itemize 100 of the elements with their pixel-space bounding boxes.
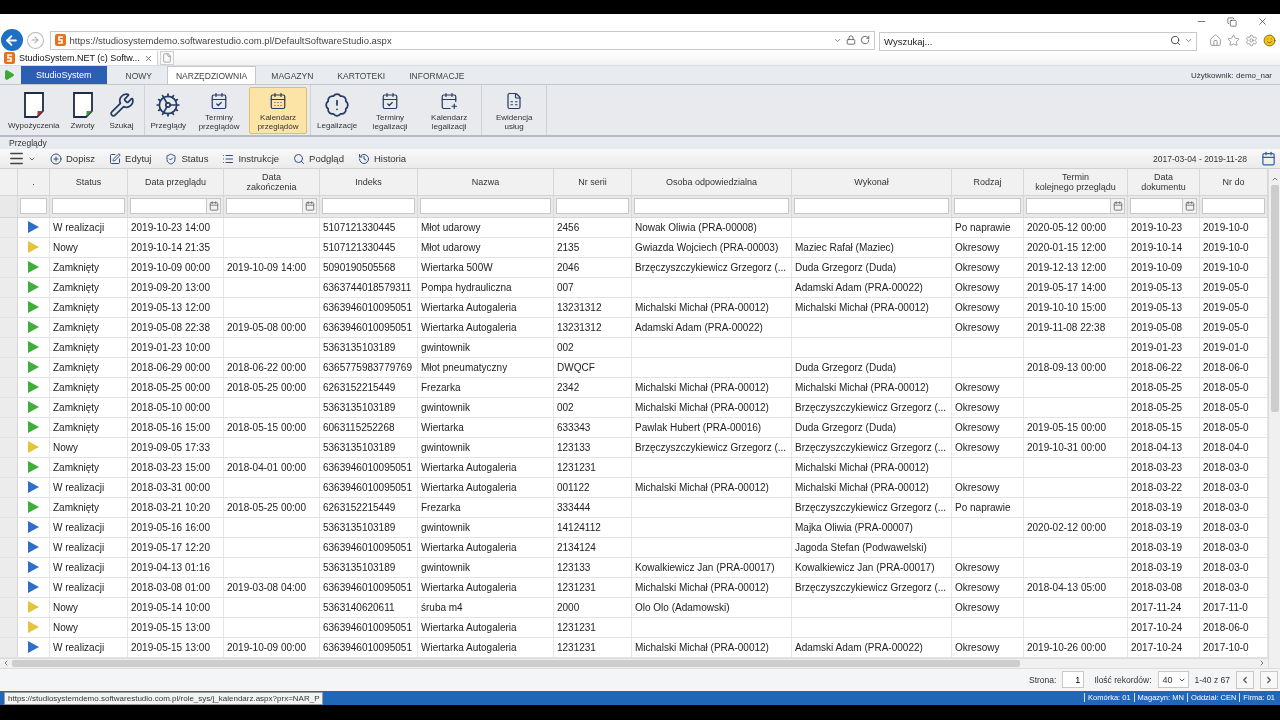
table-cell: 123133 xyxy=(554,557,632,577)
column-header[interactable]: Osoba odpowiedzialna xyxy=(632,168,792,195)
column-header[interactable]: Data dokumentu xyxy=(1128,168,1200,195)
calendar-icon[interactable] xyxy=(1261,151,1276,167)
toolbar-button[interactable]: Edytuj xyxy=(109,152,152,165)
column-header[interactable]: Nazwa xyxy=(418,168,554,195)
ribbon-button[interactable]: Kalendarz legalizacji xyxy=(420,87,479,135)
date-picker-button[interactable] xyxy=(1111,198,1125,215)
ribbon-button[interactable]: Szukaj xyxy=(102,87,141,135)
ribbon-button[interactable]: Ewidencja usług xyxy=(485,87,544,135)
menu-tab[interactable]: KARTOTEKI xyxy=(328,66,395,85)
table-cell: Okresowy xyxy=(952,297,1024,317)
table-cell: 2018-03-23 15:00 xyxy=(128,457,224,477)
column-header[interactable]: Termin kolejnego przeglądu xyxy=(1024,168,1128,195)
table-cell: 2000 xyxy=(554,597,632,617)
column-header[interactable]: Rodzaj xyxy=(952,168,1024,195)
column-header[interactable]: Status xyxy=(50,168,128,195)
filter-field[interactable] xyxy=(130,198,207,215)
back-button[interactable] xyxy=(1,29,23,51)
table-cell: gwintownik xyxy=(418,437,554,457)
filter-field[interactable] xyxy=(52,198,125,215)
app-brand-button[interactable]: StudioSystem xyxy=(21,66,107,85)
ribbon-button[interactable]: Kalendarz przeglądów xyxy=(249,87,308,135)
star-icon[interactable] xyxy=(1227,33,1240,47)
table-cell: 2019-05-13 12:00 xyxy=(128,297,224,317)
toolbar-button[interactable]: Instrukcje xyxy=(222,152,280,165)
menu-tab[interactable]: INFORMACJE xyxy=(400,66,474,85)
toolbar-button[interactable]: Historia xyxy=(357,152,407,165)
filter-field[interactable] xyxy=(794,198,949,215)
restore-icon[interactable] xyxy=(1227,16,1237,27)
scroll-left-icon[interactable] xyxy=(2,659,10,668)
scroll-right-icon[interactable] xyxy=(1258,659,1266,668)
filter-field[interactable] xyxy=(1202,198,1265,215)
table-cell: 001122 xyxy=(554,477,632,497)
close-icon[interactable] xyxy=(143,53,153,63)
table-cell: 6363946010095051 xyxy=(320,317,418,337)
date-picker-button[interactable] xyxy=(1183,198,1197,215)
table-cell: 2018-05-25 xyxy=(1128,397,1200,417)
next-page-button[interactable] xyxy=(1260,670,1278,689)
date-picker-button[interactable] xyxy=(303,198,317,215)
smiley-icon[interactable] xyxy=(1263,33,1276,47)
table-cell: Pawlak Hubert (PRA-00016) xyxy=(632,417,792,437)
table-cell: 2018-03-19 xyxy=(1128,497,1200,517)
table-cell: 2018-03-22 xyxy=(1128,477,1200,497)
filter-field[interactable] xyxy=(20,198,47,215)
menu-tab[interactable]: NOWY xyxy=(116,66,161,85)
toolbar-button[interactable]: Dopisz xyxy=(50,152,96,165)
search-icon[interactable] xyxy=(1170,34,1181,46)
menu-tab[interactable]: NARZĘDZIOWNIA xyxy=(167,66,257,85)
new-tab-button[interactable] xyxy=(159,51,174,65)
table-cell: 5363135103189 xyxy=(320,517,418,537)
search-field[interactable]: Wyszukaj... xyxy=(879,31,1197,51)
filter-field[interactable] xyxy=(1130,198,1183,215)
date-picker-button[interactable] xyxy=(207,198,221,215)
vertical-scrollbar[interactable] xyxy=(1268,168,1280,669)
close-icon[interactable] xyxy=(1257,16,1268,27)
forward-button[interactable] xyxy=(26,31,44,49)
table-cell: W realizacji xyxy=(50,477,128,497)
pencil-icon xyxy=(109,152,122,165)
toolbar-button[interactable]: Status xyxy=(165,152,209,165)
filter-field[interactable] xyxy=(420,198,551,215)
column-header[interactable]: Indeks xyxy=(320,168,418,195)
table-cell: Majka Oliwia (PRA-00007) xyxy=(792,517,952,537)
ribbon-button[interactable]: Wypożyczenia xyxy=(5,87,63,135)
page-field[interactable]: 1 xyxy=(1062,671,1085,689)
ribbon-button[interactable]: Przeglądy xyxy=(147,87,190,135)
filter-field[interactable] xyxy=(226,198,303,215)
filter-field[interactable] xyxy=(322,198,415,215)
settings-icon[interactable] xyxy=(1245,33,1258,47)
table-cell: Młot udarowy xyxy=(418,217,554,237)
play-icon[interactable] xyxy=(3,69,15,82)
ribbon-button[interactable]: Zwroty xyxy=(63,87,102,135)
filter-field[interactable] xyxy=(556,198,629,215)
ribbon-button[interactable]: Terminy przeglądów xyxy=(190,87,249,135)
table-cell: 6063115252268 xyxy=(320,417,418,437)
previous-page-button[interactable] xyxy=(1236,670,1254,689)
browser-tab[interactable]: StudioSystem.NET (c) Softw... xyxy=(0,51,158,65)
column-header[interactable]: Data zakończenia xyxy=(224,168,320,195)
toolbar-button[interactable]: Podgląd xyxy=(293,152,344,165)
column-header[interactable]: Nr serii xyxy=(554,168,632,195)
scrollbar-thumb[interactable] xyxy=(1270,184,1279,412)
filter-field[interactable] xyxy=(634,198,789,215)
table-cell: Frezarka xyxy=(418,377,554,397)
refresh-icon[interactable] xyxy=(860,35,870,45)
address-bar[interactable]: https://studiosystemdemo.softwarestudio.com.pl/DefaultSoftwareStudio.aspx xyxy=(49,30,875,50)
ribbon-button[interactable]: Legalizacje xyxy=(314,87,361,135)
table-cell: 2018-03-08 xyxy=(1128,577,1200,597)
horizontal-scrollbar[interactable] xyxy=(0,657,1268,668)
column-header[interactable]: Data przeglądu xyxy=(128,168,224,195)
home-icon[interactable] xyxy=(1209,33,1222,47)
menu-tab[interactable]: MAGAZYN xyxy=(262,66,323,85)
table-cell: Okresowy xyxy=(952,637,1024,657)
column-header[interactable]: . xyxy=(18,168,50,195)
column-header[interactable]: Wykonał xyxy=(792,168,952,195)
table-cell: 6363946010095051 xyxy=(320,297,418,317)
scrollbar-thumb[interactable] xyxy=(12,659,1020,667)
filter-field[interactable] xyxy=(1026,198,1111,215)
filter-field[interactable] xyxy=(954,198,1021,215)
page-size-select[interactable]: 40 xyxy=(1157,671,1189,689)
ribbon-button[interactable]: Terminy legalizacji xyxy=(361,87,420,135)
